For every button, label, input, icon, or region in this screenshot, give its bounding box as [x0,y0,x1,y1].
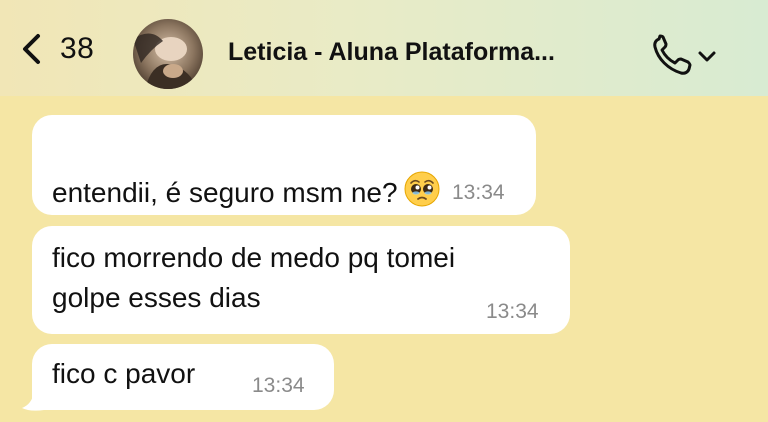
message-text: fico c pavor [52,358,196,389]
avatar[interactable] [133,19,203,89]
message-bubble[interactable]: fico morrendo de medo pq tomei golpe ess… [32,226,570,334]
message-bubble[interactable]: fico c pavor 13:34 [32,344,334,410]
message-timestamp: 13:34 [486,300,539,323]
chevron-left-icon [23,34,40,64]
message-timestamp: 13:34 [252,374,305,397]
unread-count: 38 [60,32,95,65]
phone-icon [653,34,692,75]
avatar-image [133,19,203,89]
message-timestamp: 13:34 [452,181,505,204]
message-text: entendii, é seguro msm ne? [52,131,440,218]
call-button[interactable] [650,34,718,78]
back-button[interactable]: 38 [14,30,94,68]
contact-name[interactable]: Leticia - Aluna Plataforma... [228,38,555,67]
chat-header: 38 Leticia - Aluna Plataforma... [0,0,768,96]
bubble-tail [22,392,44,411]
chevron-down-icon [698,51,716,62]
message-bubble[interactable]: entendii, é seguro msm ne? 13:34 [32,115,536,215]
message-text: fico morrendo de medo pq tomei golpe ess… [52,242,456,313]
pleading-face-emoji [404,171,440,218]
